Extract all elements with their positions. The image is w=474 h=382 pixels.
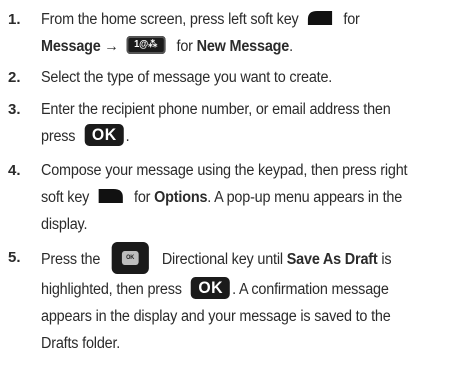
- step-text-line: for: [176, 38, 193, 55]
- left-soft-key-icon: [306, 9, 334, 27]
- menu-save-as-draft-label: Save As Draft: [286, 251, 378, 269]
- menu-message-label: Message: [41, 38, 101, 55]
- step-punct: .: [125, 128, 130, 145]
- step-text-line: Select the type of message you want to c…: [41, 69, 333, 86]
- step-punct: .: [289, 38, 293, 55]
- step-text-line: Enter the recipient phone number, or ema…: [41, 101, 391, 118]
- step-text-line: Press the: [41, 251, 101, 269]
- step-text: Compose your message using the keypad, t…: [41, 157, 469, 238]
- step-text-line: . A pop-up menu appears in the: [207, 189, 403, 206]
- step-text-line: display.: [41, 216, 88, 233]
- step-text-line: Compose your message using the keypad, t…: [41, 162, 408, 179]
- step-text: From the home screen, press left soft ke…: [41, 6, 469, 60]
- step-number: 2.: [8, 69, 21, 86]
- ok-key-icon: OK: [84, 123, 124, 146]
- step-text-line: press: [41, 128, 76, 145]
- step-text-line: soft key: [41, 189, 90, 206]
- right-soft-key-icon: [97, 187, 125, 205]
- step-text: Press the OK Directional key until Save …: [41, 242, 469, 357]
- step-text-line: is: [381, 251, 392, 269]
- ok-key-icon: OK: [191, 276, 231, 299]
- step-text-line: for: [134, 189, 151, 206]
- menu-new-message-label: New Message: [196, 38, 290, 55]
- step-number: 5.: [8, 249, 21, 266]
- menu-options-label: Options: [154, 189, 208, 206]
- step-text-line: Drafts folder.: [41, 335, 121, 352]
- step-text-line: . A confirmation message: [232, 281, 389, 298]
- directional-ok-label: OK: [121, 251, 139, 265]
- step-text: Enter the recipient phone number, or ema…: [41, 96, 469, 150]
- step-text: Select the type of message you want to c…: [41, 64, 469, 91]
- step-text-line: highlighted, then press: [41, 281, 182, 298]
- step-text-line: From the home screen, press left soft ke…: [41, 11, 299, 28]
- step-text-line: Directional key until: [161, 251, 283, 269]
- step-text-line: for: [343, 11, 360, 28]
- step-text-line: appears in the display and your message …: [41, 308, 391, 325]
- step-number: 1.: [8, 11, 21, 28]
- arrow-icon: →: [104, 38, 119, 55]
- key-1-icon: 1@⁂: [126, 35, 166, 54]
- step-number: 4.: [8, 162, 21, 179]
- step-number: 3.: [8, 101, 21, 118]
- directional-key-icon: OK: [111, 242, 149, 274]
